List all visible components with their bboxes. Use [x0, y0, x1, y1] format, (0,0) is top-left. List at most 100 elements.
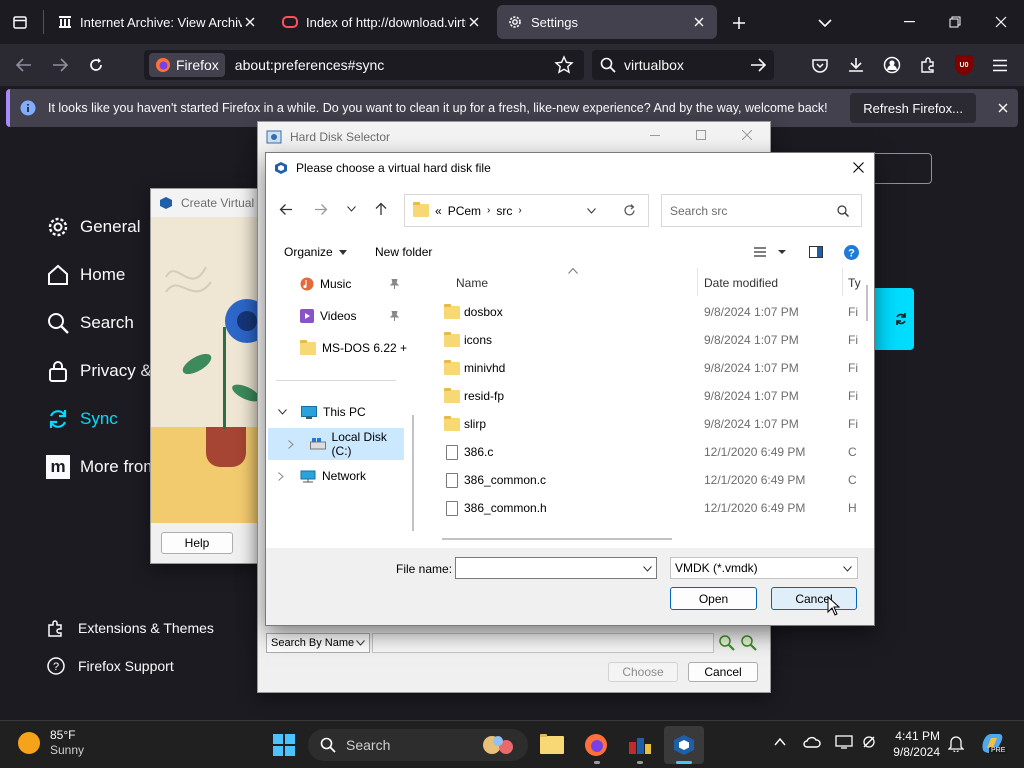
start-button[interactable] — [264, 726, 304, 764]
display-icon[interactable] — [835, 735, 853, 749]
weather-widget[interactable]: 85°F Sunny — [18, 728, 84, 758]
close-icon[interactable] — [466, 14, 482, 30]
file-row[interactable]: minivhd 9/8/2024 1:07 PM Fi — [424, 354, 864, 382]
file-row[interactable]: 386.c 12/1/2020 6:49 PM C — [424, 438, 864, 466]
file-scrollbar-horizontal[interactable] — [442, 538, 672, 540]
filename-input[interactable] — [455, 557, 657, 579]
up-arrow-icon[interactable] — [375, 202, 387, 216]
search-src-field[interactable]: Search src — [661, 194, 862, 227]
nav-privacy[interactable]: Privacy & — [46, 359, 152, 383]
back-button[interactable] — [8, 49, 40, 81]
cancel-button[interactable]: Cancel — [688, 662, 758, 682]
column-name[interactable]: Name — [456, 276, 488, 290]
file-row[interactable]: 386_common.c 12/1/2020 6:49 PM C — [424, 466, 864, 494]
breadcrumb-src[interactable]: src — [496, 204, 512, 218]
downloads-icon[interactable] — [840, 49, 872, 81]
choose-button[interactable]: Choose — [608, 662, 678, 682]
nav-item-msdos[interactable]: MS-DOS 6.22 + — [300, 332, 440, 364]
list-tabs-button[interactable] — [814, 12, 836, 34]
tree-this-pc[interactable]: This PC — [278, 396, 416, 428]
chevron-up-icon[interactable] — [774, 738, 786, 746]
forward-button[interactable] — [44, 49, 76, 81]
minimize-button[interactable] — [886, 0, 932, 44]
organize-button[interactable]: Organize — [284, 245, 347, 259]
close-icon[interactable] — [853, 162, 864, 173]
maximize-button[interactable] — [696, 130, 706, 140]
copilot-icon[interactable]: PRE — [979, 730, 1008, 758]
refresh-firefox-button[interactable]: Refresh Firefox... — [850, 93, 976, 123]
search-mode-select[interactable]: Search By Name — [266, 633, 370, 653]
breadcrumb-pcem[interactable]: PCem — [448, 204, 481, 218]
chevron-down-icon[interactable] — [587, 208, 596, 214]
close-window-button[interactable] — [978, 0, 1024, 44]
search-bar[interactable]: virtualbox — [592, 50, 774, 80]
nav-search[interactable]: Search — [46, 311, 134, 335]
go-arrow-icon[interactable] — [750, 58, 766, 72]
file-type-select[interactable]: VMDK (*.vmdk) — [670, 557, 858, 579]
file-row[interactable]: dosbox 9/8/2024 1:07 PM Fi — [424, 298, 864, 326]
help-button[interactable]: Help — [161, 532, 233, 554]
extensions-icon[interactable] — [912, 49, 944, 81]
account-icon[interactable] — [876, 49, 908, 81]
tree-network[interactable]: Network — [278, 460, 416, 492]
cancel-button[interactable]: Cancel — [771, 587, 857, 610]
file-row[interactable]: slirp 9/8/2024 1:07 PM Fi — [424, 410, 864, 438]
search-field[interactable] — [372, 633, 714, 653]
column-type[interactable]: Ty — [848, 276, 861, 290]
close-icon[interactable] — [242, 14, 258, 30]
tab-settings[interactable]: Settings — [497, 5, 717, 39]
onedrive-icon[interactable] — [803, 735, 821, 749]
view-options-icon[interactable] — [754, 247, 786, 257]
breadcrumb-overflow[interactable]: « — [435, 204, 442, 218]
new-tab-button[interactable] — [728, 12, 750, 34]
breadcrumb[interactable]: « PCem › src › — [404, 194, 649, 227]
clock[interactable]: 4:41 PM 9/8/2024 — [888, 728, 940, 760]
search-icon[interactable] — [718, 634, 736, 652]
notification-bell-icon[interactable] — [948, 735, 964, 752]
virtualbox-taskbar-icon[interactable] — [664, 726, 704, 764]
file-row[interactable]: icons 9/8/2024 1:07 PM Fi — [424, 326, 864, 354]
nav-home[interactable]: Home — [46, 263, 125, 287]
ublock-icon[interactable]: U0 — [948, 49, 980, 81]
file-explorer-icon[interactable] — [532, 726, 572, 764]
chevron-down-icon[interactable] — [643, 566, 652, 572]
firefox-support-link[interactable]: ? Firefox Support — [46, 656, 174, 676]
close-icon[interactable] — [742, 130, 752, 140]
preview-pane-icon[interactable] — [809, 246, 823, 258]
network-status-icon[interactable] — [861, 735, 877, 749]
tab-virtualbox-index[interactable]: Index of http://download.virtualbox.org — [272, 5, 492, 39]
tab-overview-icon[interactable] — [6, 8, 34, 36]
identity-box[interactable]: Firefox — [149, 53, 225, 77]
new-folder-button[interactable]: New folder — [375, 245, 432, 259]
nav-item-music[interactable]: Music — [300, 268, 440, 300]
tree-local-disk[interactable]: Local Disk (C:) — [268, 428, 404, 460]
extensions-themes-link[interactable]: Extensions & Themes — [46, 618, 214, 638]
reload-button[interactable] — [80, 49, 112, 81]
recent-locations-icon[interactable] — [347, 206, 356, 212]
open-button[interactable]: Open — [670, 587, 757, 610]
nav-scrollbar[interactable] — [412, 415, 414, 531]
nav-more-from-mozilla[interactable]: m More from — [46, 455, 157, 479]
restore-button[interactable] — [932, 0, 978, 44]
url-bar[interactable]: Firefox about:preferences#sync — [144, 50, 584, 80]
minimize-button[interactable] — [650, 130, 660, 140]
close-icon[interactable] — [691, 14, 707, 30]
settings-search-field[interactable] — [866, 153, 932, 184]
bookmark-star-icon[interactable] — [554, 55, 574, 75]
refresh-icon[interactable] — [623, 204, 636, 217]
menu-icon[interactable] — [984, 49, 1016, 81]
taskbar-search[interactable]: Search — [308, 729, 528, 761]
file-scrollbar-vertical[interactable] — [866, 285, 868, 321]
refresh-search-icon[interactable] — [740, 634, 758, 652]
pocket-icon[interactable] — [804, 49, 836, 81]
help-icon[interactable]: ? — [844, 245, 859, 260]
app-icon[interactable] — [620, 726, 660, 764]
file-row[interactable]: 386_common.h 12/1/2020 6:49 PM H — [424, 494, 864, 522]
nav-general[interactable]: General — [46, 215, 140, 239]
back-arrow-icon[interactable] — [279, 203, 293, 216]
tab-internet-archive[interactable]: Internet Archive: View Archive — [48, 5, 268, 39]
nav-item-videos[interactable]: Videos — [300, 300, 440, 332]
column-date[interactable]: Date modified — [704, 276, 778, 290]
firefox-taskbar-icon[interactable] — [576, 726, 616, 764]
file-row[interactable]: resid-fp 9/8/2024 1:07 PM Fi — [424, 382, 864, 410]
